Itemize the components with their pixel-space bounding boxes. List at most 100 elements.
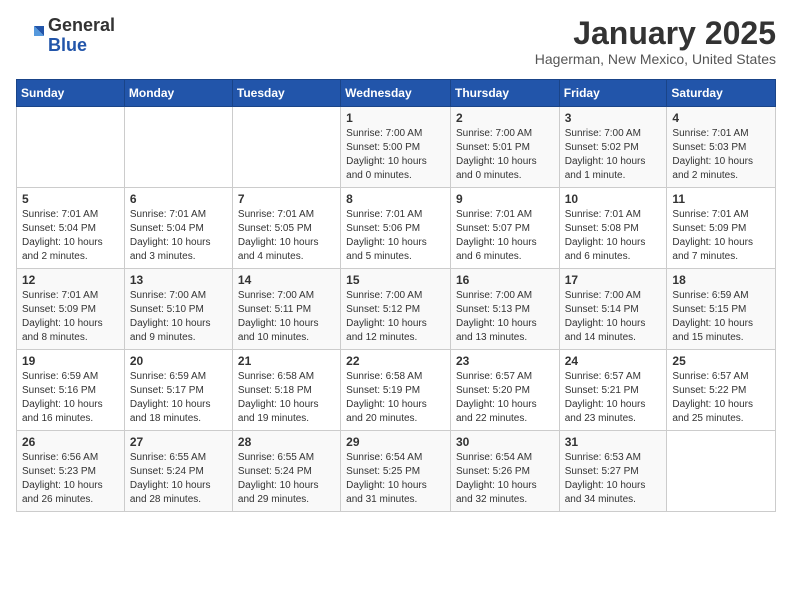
day-number: 18 [672, 273, 770, 287]
calendar-cell: 24Sunrise: 6:57 AM Sunset: 5:21 PM Dayli… [559, 350, 667, 431]
calendar-cell: 7 Sunrise: 7:01 AM Sunset: 5:05 PM Daylig… [232, 188, 340, 269]
calendar-cell: 10Sunrise: 7:01 AM Sunset: 5:08 PM Dayli… [559, 188, 667, 269]
day-number: 17 [565, 273, 662, 287]
day-number: 27 [130, 435, 227, 449]
day-number: 6 [130, 192, 227, 206]
cell-sun-info: Sunrise: 7:00 AM Sunset: 5:11 PM Dayligh… [238, 289, 335, 345]
day-number: 28 [238, 435, 335, 449]
cell-sun-info: Sunrise: 7:00 AM Sunset: 5:00 PM Dayligh… [346, 127, 445, 183]
calendar-cell: 20 Sunrise: 6:59 AM Sunset: 5:17 PM Dayli… [124, 350, 232, 431]
day-number: 23 [456, 354, 554, 368]
cell-sun-info: Sunrise: 6:57 AM Sunset: 5:20 PM Dayligh… [456, 370, 554, 426]
cell-sun-info: Sunrise: 7:00 AM Sunset: 5:01 PM Dayligh… [456, 127, 554, 183]
cell-sun-info: Sunrise: 7:00 AM Sunset: 5:10 PM Dayligh… [130, 289, 227, 345]
page-header: General Blue January 2025 Hagerman, New … [16, 16, 776, 67]
day-number: 26 [22, 435, 119, 449]
day-number: 25 [672, 354, 770, 368]
calendar-cell: 12 Sunrise: 7:01 AM Sunset: 5:09 PM Dayli… [17, 269, 125, 350]
calendar-cell: 6 Sunrise: 7:01 AM Sunset: 5:04 PM Daylig… [124, 188, 232, 269]
calendar-cell: 26 Sunrise: 6:56 AM Sunset: 5:23 PM Dayli… [17, 431, 125, 512]
day-number: 19 [22, 354, 119, 368]
cell-sun-info: Sunrise: 7:01 AM Sunset: 5:06 PM Dayligh… [346, 208, 445, 264]
day-number: 2 [456, 111, 554, 125]
day-number: 12 [22, 273, 119, 287]
day-number: 4 [672, 111, 770, 125]
day-number: 21 [238, 354, 335, 368]
calendar-cell: 23 Sunrise: 6:57 AM Sunset: 5:20 PM Dayli… [450, 350, 559, 431]
calendar-cell: 29Sunrise: 6:54 AM Sunset: 5:25 PM Dayli… [341, 431, 451, 512]
day-number: 7 [238, 192, 335, 206]
cell-sun-info: Sunrise: 6:54 AM Sunset: 5:26 PM Dayligh… [456, 451, 554, 507]
calendar-cell: 9 Sunrise: 7:01 AM Sunset: 5:07 PM Daylig… [450, 188, 559, 269]
calendar-table: SundayMondayTuesdayWednesdayThursdayFrid… [16, 79, 776, 512]
cell-sun-info: Sunrise: 6:59 AM Sunset: 5:17 PM Dayligh… [130, 370, 227, 426]
day-number: 9 [456, 192, 554, 206]
day-number: 3 [565, 111, 662, 125]
calendar-cell: 28 Sunrise: 6:55 AM Sunset: 5:24 PM Dayli… [232, 431, 340, 512]
cell-sun-info: Sunrise: 7:01 AM Sunset: 5:09 PM Dayligh… [22, 289, 119, 345]
cell-sun-info: Sunrise: 6:57 AM Sunset: 5:21 PM Dayligh… [565, 370, 662, 426]
location-text: Hagerman, New Mexico, United States [535, 51, 776, 67]
cell-sun-info: Sunrise: 7:01 AM Sunset: 5:03 PM Dayligh… [672, 127, 770, 183]
cell-sun-info: Sunrise: 6:58 AM Sunset: 5:18 PM Dayligh… [238, 370, 335, 426]
week-row-1: 1 Sunrise: 7:00 AM Sunset: 5:00 PM Daylig… [17, 107, 776, 188]
day-number: 22 [346, 354, 445, 368]
calendar-cell: 22 Sunrise: 6:58 AM Sunset: 5:19 PM Dayli… [341, 350, 451, 431]
calendar-cell [667, 431, 776, 512]
cell-sun-info: Sunrise: 7:01 AM Sunset: 5:05 PM Dayligh… [238, 208, 335, 264]
calendar-cell: 13 Sunrise: 7:00 AM Sunset: 5:10 PM Dayli… [124, 269, 232, 350]
calendar-cell: 19 Sunrise: 6:59 AM Sunset: 5:16 PM Dayli… [17, 350, 125, 431]
day-number: 5 [22, 192, 119, 206]
week-row-3: 12 Sunrise: 7:01 AM Sunset: 5:09 PM Dayli… [17, 269, 776, 350]
day-number: 15 [346, 273, 445, 287]
day-number: 16 [456, 273, 554, 287]
cell-sun-info: Sunrise: 7:01 AM Sunset: 5:07 PM Dayligh… [456, 208, 554, 264]
calendar-cell: 11Sunrise: 7:01 AM Sunset: 5:09 PM Dayli… [667, 188, 776, 269]
logo-text: General Blue [48, 16, 115, 56]
cell-sun-info: Sunrise: 6:59 AM Sunset: 5:15 PM Dayligh… [672, 289, 770, 345]
weekday-header-wednesday: Wednesday [341, 80, 451, 107]
week-row-5: 26 Sunrise: 6:56 AM Sunset: 5:23 PM Dayli… [17, 431, 776, 512]
logo-icon [16, 22, 44, 50]
weekday-header-sunday: Sunday [17, 80, 125, 107]
cell-sun-info: Sunrise: 6:57 AM Sunset: 5:22 PM Dayligh… [672, 370, 770, 426]
day-number: 20 [130, 354, 227, 368]
calendar-cell: 27 Sunrise: 6:55 AM Sunset: 5:24 PM Dayli… [124, 431, 232, 512]
day-number: 14 [238, 273, 335, 287]
logo: General Blue [16, 16, 115, 56]
weekday-header-row: SundayMondayTuesdayWednesdayThursdayFrid… [17, 80, 776, 107]
calendar-cell: 14 Sunrise: 7:00 AM Sunset: 5:11 PM Dayli… [232, 269, 340, 350]
week-row-2: 5 Sunrise: 7:01 AM Sunset: 5:04 PM Daylig… [17, 188, 776, 269]
weekday-header-monday: Monday [124, 80, 232, 107]
cell-sun-info: Sunrise: 6:55 AM Sunset: 5:24 PM Dayligh… [238, 451, 335, 507]
cell-sun-info: Sunrise: 6:59 AM Sunset: 5:16 PM Dayligh… [22, 370, 119, 426]
calendar-cell: 8Sunrise: 7:01 AM Sunset: 5:06 PM Daylig… [341, 188, 451, 269]
cell-sun-info: Sunrise: 6:58 AM Sunset: 5:19 PM Dayligh… [346, 370, 445, 426]
calendar-cell: 25 Sunrise: 6:57 AM Sunset: 5:22 PM Dayli… [667, 350, 776, 431]
calendar-cell: 15Sunrise: 7:00 AM Sunset: 5:12 PM Dayli… [341, 269, 451, 350]
cell-sun-info: Sunrise: 7:01 AM Sunset: 5:04 PM Dayligh… [130, 208, 227, 264]
cell-sun-info: Sunrise: 6:53 AM Sunset: 5:27 PM Dayligh… [565, 451, 662, 507]
cell-sun-info: Sunrise: 6:56 AM Sunset: 5:23 PM Dayligh… [22, 451, 119, 507]
day-number: 30 [456, 435, 554, 449]
calendar-cell: 30 Sunrise: 6:54 AM Sunset: 5:26 PM Dayli… [450, 431, 559, 512]
calendar-cell: 16 Sunrise: 7:00 AM Sunset: 5:13 PM Dayli… [450, 269, 559, 350]
weekday-header-friday: Friday [559, 80, 667, 107]
calendar-cell: 5Sunrise: 7:01 AM Sunset: 5:04 PM Daylig… [17, 188, 125, 269]
weekday-header-tuesday: Tuesday [232, 80, 340, 107]
day-number: 11 [672, 192, 770, 206]
day-number: 10 [565, 192, 662, 206]
calendar-cell [232, 107, 340, 188]
calendar-cell: 3 Sunrise: 7:00 AM Sunset: 5:02 PM Daylig… [559, 107, 667, 188]
calendar-cell: 21 Sunrise: 6:58 AM Sunset: 5:18 PM Dayli… [232, 350, 340, 431]
month-title: January 2025 [535, 16, 776, 51]
cell-sun-info: Sunrise: 7:00 AM Sunset: 5:13 PM Dayligh… [456, 289, 554, 345]
cell-sun-info: Sunrise: 6:55 AM Sunset: 5:24 PM Dayligh… [130, 451, 227, 507]
calendar-cell: 2 Sunrise: 7:00 AM Sunset: 5:01 PM Daylig… [450, 107, 559, 188]
day-number: 1 [346, 111, 445, 125]
day-number: 31 [565, 435, 662, 449]
day-number: 13 [130, 273, 227, 287]
cell-sun-info: Sunrise: 7:00 AM Sunset: 5:02 PM Dayligh… [565, 127, 662, 183]
week-row-4: 19 Sunrise: 6:59 AM Sunset: 5:16 PM Dayli… [17, 350, 776, 431]
cell-sun-info: Sunrise: 7:00 AM Sunset: 5:14 PM Dayligh… [565, 289, 662, 345]
